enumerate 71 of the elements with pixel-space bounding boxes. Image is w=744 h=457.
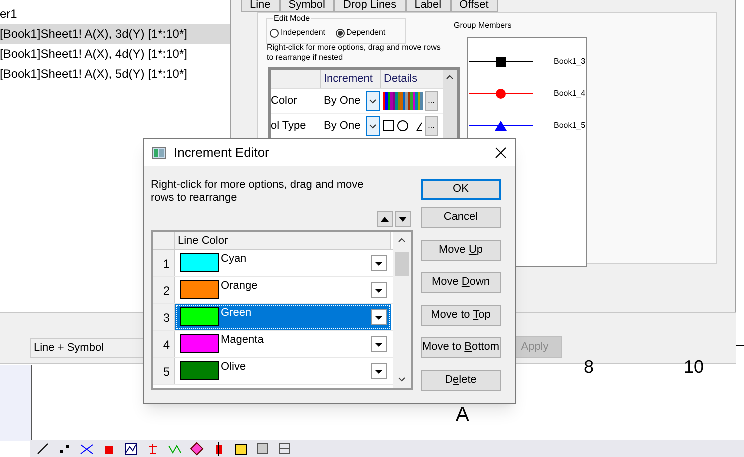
symbol-shapes-icon	[383, 119, 423, 133]
table-cell-text: Color	[271, 94, 298, 109]
table-cell-text: ol Type	[271, 118, 308, 134]
radio-button[interactable]: Dependent	[336, 27, 386, 39]
chart-window-icon[interactable]	[124, 442, 138, 456]
square-icon[interactable]	[256, 442, 270, 456]
color-name: Magenta	[221, 334, 265, 347]
column-header: Line Color	[175, 232, 391, 249]
scroll-thumb[interactable]	[395, 252, 409, 276]
panel-icon[interactable]	[234, 442, 248, 456]
color-name: Olive	[221, 361, 248, 374]
legend-label: Book1_5	[554, 120, 586, 132]
tab[interactable]: Drop Lines	[334, 0, 406, 12]
layer-list-item[interactable]: [Book1]Sheet1! A(X), 3d(Y) [1*:10*]	[0, 24, 230, 44]
dialog-button[interactable]: OK	[421, 179, 501, 200]
dropdown-button[interactable]	[366, 116, 380, 136]
row-number: 3	[153, 304, 175, 330]
window-title: Increment Editor	[174, 144, 270, 162]
table-cell-text: By One	[323, 118, 361, 134]
row-number: 5	[153, 358, 175, 384]
cross-lines-icon[interactable]	[80, 442, 94, 456]
legend-label: Book1_4	[554, 88, 586, 100]
color-name: Green	[221, 307, 253, 320]
group-members-title: Group Members	[454, 20, 512, 32]
move-down-arrow-button[interactable]	[395, 211, 411, 227]
color-name: Orange	[221, 280, 259, 293]
more-button[interactable]: ...	[425, 116, 438, 136]
move-up-arrow-button[interactable]	[377, 211, 393, 227]
hint-text: Right-click for more options, drag and move rows to rearrange	[151, 179, 365, 205]
axis-tick-label: 8	[584, 358, 594, 376]
column-header: Details	[383, 72, 419, 87]
scrollbar[interactable]	[393, 232, 411, 388]
dialog-button[interactable]: Delete	[421, 370, 501, 391]
dialog-button[interactable]: Cancel	[421, 207, 501, 228]
color-stripes-swatch	[383, 92, 423, 110]
line-icon[interactable]	[36, 442, 50, 456]
tab[interactable]: Label	[406, 0, 451, 12]
row-number: 1	[153, 250, 175, 276]
axis-tick-label: 10	[684, 358, 704, 376]
dialog-button[interactable]: Move Up	[421, 240, 501, 261]
table-cell-text: By One	[323, 94, 361, 109]
hint-text: Right-click for more options, drag and move rows to rearrange if nested	[267, 43, 442, 63]
error-bar-icon[interactable]	[146, 442, 160, 456]
split-square-icon[interactable]	[278, 442, 292, 456]
column-header: Increment	[321, 70, 381, 88]
tab[interactable]: Symbol	[280, 0, 334, 12]
group-title: Edit Mode	[273, 14, 312, 23]
scrollbar[interactable]	[443, 70, 457, 140]
legend-label: Book1_3	[554, 56, 586, 68]
dialog-button[interactable]: Move to Top	[421, 305, 501, 326]
row-number: 4	[153, 331, 175, 357]
diamond-icon[interactable]	[190, 442, 204, 456]
axis-title: A	[456, 405, 470, 425]
dropdown-button[interactable]	[366, 91, 380, 111]
dropdown-button[interactable]	[371, 336, 387, 352]
dropdown-button[interactable]	[371, 282, 387, 298]
close-icon[interactable]	[495, 146, 507, 158]
list-row[interactable]: Green	[175, 304, 391, 330]
window-icon	[152, 146, 166, 158]
color-name: Cyan	[221, 253, 248, 266]
row-number: 2	[153, 277, 175, 303]
dropdown-button[interactable]	[371, 309, 387, 325]
more-button[interactable]: ...	[425, 91, 438, 111]
tab[interactable]: Line	[241, 0, 280, 12]
dropdown-button[interactable]	[371, 255, 387, 271]
dialog-button[interactable]: Move to Bottom	[421, 337, 501, 358]
list-title: er1	[0, 6, 18, 23]
tab[interactable]: Offset	[450, 0, 498, 12]
dropdown-button[interactable]	[371, 363, 387, 379]
radio-button[interactable]: Independent	[270, 27, 326, 39]
dialog-button[interactable]: Move Down	[421, 272, 501, 293]
